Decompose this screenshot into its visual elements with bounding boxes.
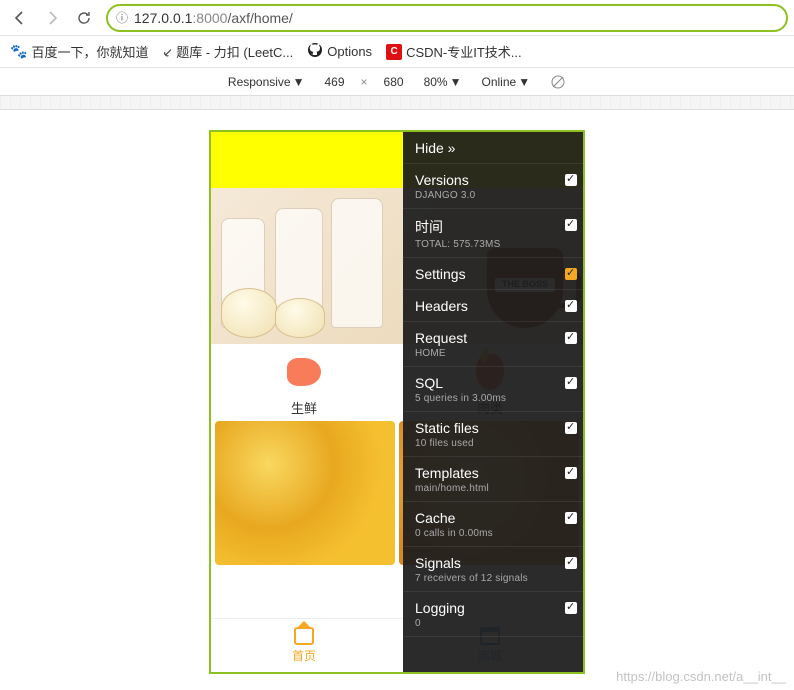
debug-versions[interactable]: VersionsDjango 3.0 bbox=[403, 164, 585, 209]
checkbox-icon[interactable] bbox=[565, 268, 577, 280]
checkbox-icon[interactable] bbox=[565, 602, 577, 614]
device-height-input[interactable]: 680 bbox=[384, 75, 404, 89]
bookmark-leetcode[interactable]: ⸔题库 - 力扣 (LeetC... bbox=[162, 42, 293, 61]
checkbox-icon[interactable] bbox=[565, 219, 577, 231]
category-fresh[interactable]: 生鲜 bbox=[211, 352, 397, 417]
forward-button[interactable] bbox=[38, 4, 66, 32]
checkbox-icon[interactable] bbox=[565, 300, 577, 312]
checkbox-icon[interactable] bbox=[565, 332, 577, 344]
checkbox-icon[interactable] bbox=[565, 512, 577, 524]
debug-static[interactable]: Static files10 files used bbox=[403, 412, 585, 457]
debug-settings[interactable]: Settings bbox=[403, 258, 585, 290]
debug-headers[interactable]: Headers bbox=[403, 290, 585, 322]
bookmark-label: 题库 - 力扣 (LeetC... bbox=[176, 42, 293, 61]
reload-button[interactable] bbox=[70, 4, 98, 32]
device-mode-select[interactable]: Responsive ▼ bbox=[228, 75, 305, 89]
debug-signals[interactable]: Signals7 receivers of 12 signals bbox=[403, 547, 585, 592]
django-debug-toolbar: Hide » VersionsDjango 3.0 时间Total: 575.7… bbox=[403, 132, 585, 674]
debug-templates[interactable]: Templatesmain/home.html bbox=[403, 457, 585, 502]
url-text: 127.0.0.1:8000/axf/home/ bbox=[134, 10, 293, 26]
home-icon bbox=[294, 627, 314, 645]
leetcode-icon: ⸔ bbox=[162, 43, 172, 61]
github-icon bbox=[307, 42, 323, 61]
watermark-text: https://blog.csdn.net/a__int__ bbox=[616, 669, 786, 684]
paw-icon: 🐾 bbox=[10, 43, 27, 60]
zoom-select[interactable]: 80% ▼ bbox=[424, 75, 462, 89]
nav-label: 首页 bbox=[292, 647, 316, 664]
bookmark-label: CSDN-专业IT技术... bbox=[406, 42, 522, 61]
checkbox-icon[interactable] bbox=[565, 467, 577, 479]
category-label: 生鲜 bbox=[291, 398, 317, 417]
back-button[interactable] bbox=[6, 4, 34, 32]
device-frame: ‖ THE BOSS 生鲜 肉类 bbox=[209, 130, 585, 674]
debug-cache[interactable]: Cache0 calls in 0.00ms bbox=[403, 502, 585, 547]
browser-toolbar: ⓘ 127.0.0.1:8000/axf/home/ bbox=[0, 0, 794, 36]
nav-home[interactable]: 首页 bbox=[211, 619, 397, 672]
devtools-device-bar: Responsive ▼ 469 × 680 80% ▼ Online ▼ bbox=[0, 68, 794, 96]
bottle-image bbox=[331, 198, 383, 328]
checkbox-icon[interactable] bbox=[565, 174, 577, 186]
rotate-button[interactable] bbox=[550, 74, 566, 90]
csdn-icon: C bbox=[386, 44, 402, 60]
bookmark-label: 百度一下，你就知道 bbox=[31, 42, 148, 61]
bookmark-label: Options bbox=[327, 44, 372, 59]
checkbox-icon[interactable] bbox=[565, 557, 577, 569]
bookmark-baidu[interactable]: 🐾百度一下，你就知道 bbox=[10, 42, 148, 61]
debug-request[interactable]: Requesthome bbox=[403, 322, 585, 367]
dimension-separator: × bbox=[361, 75, 368, 89]
ruler bbox=[0, 96, 794, 110]
device-viewport-wrap: ‖ THE BOSS 生鲜 肉类 bbox=[0, 110, 794, 674]
product-tile[interactable] bbox=[215, 421, 395, 565]
debug-time[interactable]: 时间Total: 575.73ms bbox=[403, 209, 585, 258]
address-bar[interactable]: ⓘ 127.0.0.1:8000/axf/home/ bbox=[106, 4, 788, 32]
debug-logging[interactable]: Logging0 bbox=[403, 592, 585, 637]
bookmark-csdn[interactable]: CCSDN-专业IT技术... bbox=[386, 42, 522, 61]
debug-sql[interactable]: SQL5 queries in 3.00ms bbox=[403, 367, 585, 412]
debug-hide[interactable]: Hide » bbox=[403, 132, 585, 164]
checkbox-icon[interactable] bbox=[565, 377, 577, 389]
shrimp-icon bbox=[284, 352, 324, 392]
device-width-input[interactable]: 469 bbox=[325, 75, 345, 89]
site-info-icon[interactable]: ⓘ bbox=[116, 9, 128, 26]
checkbox-icon[interactable] bbox=[565, 422, 577, 434]
jar-image bbox=[275, 298, 325, 338]
network-select[interactable]: Online ▼ bbox=[482, 75, 531, 89]
bookmarks-bar: 🐾百度一下，你就知道 ⸔题库 - 力扣 (LeetC... Options CC… bbox=[0, 36, 794, 68]
jar-image bbox=[221, 288, 277, 338]
bookmark-options[interactable]: Options bbox=[307, 42, 372, 61]
